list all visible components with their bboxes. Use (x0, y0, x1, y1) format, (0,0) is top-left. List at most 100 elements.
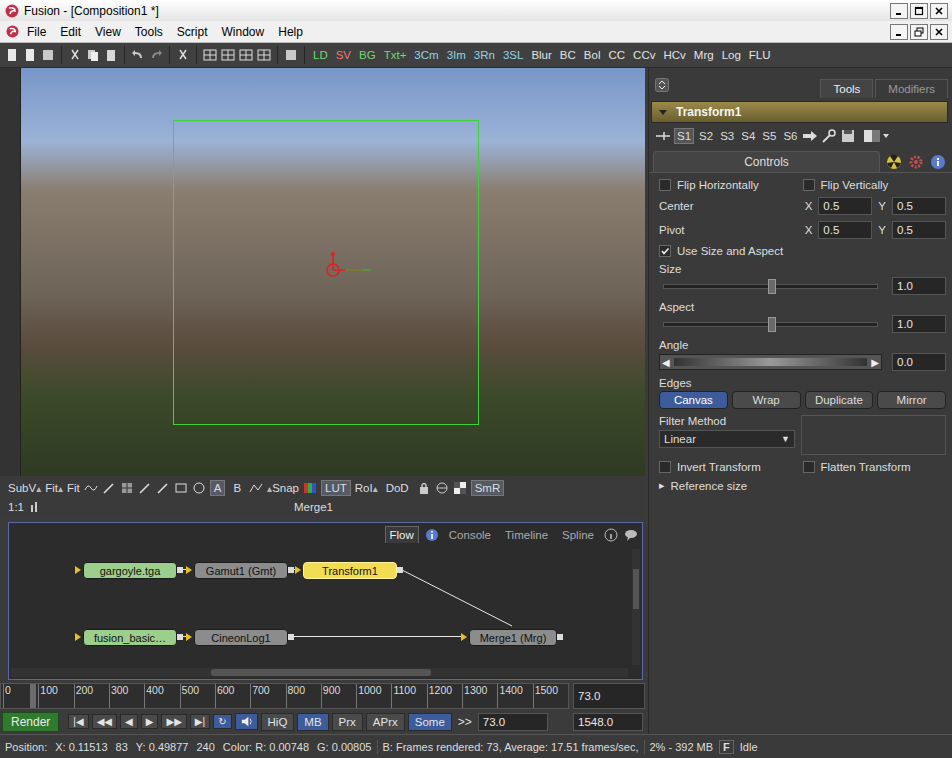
flow-tab[interactable]: Timeline (501, 527, 552, 543)
time-ruler[interactable]: 0100200300400500600700800900100011001200… (0, 683, 569, 709)
more-button[interactable]: >> (455, 715, 475, 729)
x-field[interactable]: 0.5 (818, 221, 872, 239)
node-input[interactable] (461, 633, 467, 641)
tool-button[interactable]: FLU (746, 47, 774, 63)
version-slot[interactable]: S1 (674, 128, 694, 144)
doc-minimize-button[interactable] (890, 24, 908, 40)
playback-option[interactable]: Some (408, 713, 452, 731)
flow-node[interactable]: CineonLog1 (194, 629, 288, 646)
slider-track[interactable] (663, 284, 878, 289)
panel-toggle-icon[interactable] (655, 78, 669, 92)
pen-icon[interactable] (102, 481, 116, 495)
tool-button[interactable]: BG (356, 47, 379, 63)
lay-icon[interactable] (202, 47, 218, 63)
value-field[interactable]: 1.0 (892, 315, 946, 333)
doc-icon[interactable] (22, 47, 38, 63)
slider-track[interactable] (663, 322, 878, 327)
tool-button[interactable]: HCv (660, 47, 688, 63)
flow-panel[interactable]: FlowConsoleTimelineSplinegargoyle.tgaGam… (8, 522, 643, 680)
playback-option[interactable]: Prx (332, 713, 363, 731)
checkbox-item[interactable]: Flip Vertically (803, 179, 947, 191)
filter-dropdown[interactable]: Linear▼ (659, 430, 795, 448)
loop-button[interactable]: ↻ (213, 714, 231, 729)
checkbox-item[interactable]: Use Size and Aspect (659, 245, 946, 257)
version-slot[interactable]: S5 (760, 129, 778, 143)
viewer-menu-button[interactable]: Fit (67, 482, 80, 494)
tool-button[interactable]: 3SL (500, 47, 526, 63)
y-field[interactable]: 0.5 (892, 221, 946, 239)
node-output[interactable] (288, 634, 294, 640)
value-field[interactable]: 0.0 (892, 353, 946, 371)
tool-button[interactable]: Blur (528, 47, 554, 63)
info-icon[interactable] (930, 154, 946, 170)
render-button[interactable]: Render (2, 712, 59, 732)
tool-button[interactable]: Txt+ (381, 47, 410, 63)
current-frame-field[interactable]: 73.0 (478, 713, 548, 731)
slider-thumb[interactable] (768, 279, 776, 294)
doc-icon[interactable] (4, 47, 20, 63)
viewer-menu-button[interactable]: Fit▴ (45, 482, 63, 494)
flow-node[interactable]: gargoyle.tga (83, 562, 177, 579)
transport-button[interactable]: ▶ (141, 714, 159, 729)
end-frame-field[interactable]: 1548.0 (573, 713, 643, 731)
polyline-icon[interactable] (249, 481, 263, 495)
roi-button[interactable]: RoI▴ (355, 482, 378, 494)
lay-icon[interactable] (256, 47, 272, 63)
playhead[interactable] (30, 684, 36, 708)
flow-node[interactable]: Gamut1 (Gmt) (194, 562, 288, 579)
save-icon[interactable] (840, 129, 856, 143)
disk-icon[interactable] (283, 47, 299, 63)
tool-header[interactable]: Transform1 (651, 101, 948, 123)
lock-icon[interactable] (417, 481, 431, 495)
angle-wheel[interactable]: ◀▶ (659, 354, 882, 370)
node-output[interactable] (177, 634, 183, 640)
cut-icon[interactable] (175, 47, 191, 63)
doc-close-button[interactable] (930, 24, 948, 40)
copy-icon[interactable] (85, 47, 101, 63)
flow-node[interactable]: fusion_basic… (83, 629, 177, 646)
radioactive-icon[interactable] (886, 154, 902, 170)
checkbox-item[interactable]: Flatten Transform (803, 461, 947, 473)
tool-button[interactable]: Bol (581, 47, 604, 63)
menu-item[interactable]: File (21, 24, 52, 40)
gamma-icon[interactable] (435, 481, 449, 495)
node-input[interactable] (295, 566, 301, 574)
gear-icon[interactable] (908, 154, 924, 170)
cut-icon[interactable] (67, 47, 83, 63)
doc-restore-button[interactable] (910, 24, 928, 40)
redo-icon[interactable] (148, 47, 164, 63)
node-input[interactable] (75, 633, 81, 641)
pick-icon[interactable] (821, 129, 837, 143)
node-output[interactable] (557, 634, 563, 640)
transport-button[interactable]: ◀◀ (92, 714, 117, 729)
checkbox[interactable] (659, 179, 671, 191)
paste-icon[interactable] (103, 47, 119, 63)
comment-icon[interactable] (624, 528, 638, 542)
panel-tab[interactable]: Tools (820, 79, 873, 98)
transport-button[interactable]: ▶| (190, 714, 210, 729)
transport-button[interactable]: |◀ (68, 714, 88, 729)
checkbox[interactable] (803, 461, 815, 473)
lay-icon[interactable] (220, 47, 236, 63)
flow-tab[interactable]: Spline (558, 527, 598, 543)
zoom-level[interactable]: 1:1 (8, 501, 24, 513)
pin-icon[interactable] (655, 129, 671, 143)
transport-button[interactable]: ▶▶ (161, 714, 186, 729)
lay-icon[interactable] (238, 47, 254, 63)
color-swatch-icon[interactable] (863, 129, 889, 143)
buffer-button[interactable]: A (210, 480, 226, 496)
menu-item[interactable]: Edit (54, 24, 87, 40)
controls-tab[interactable]: Controls (653, 151, 880, 172)
panel-tab[interactable]: Modifiers (875, 79, 948, 98)
version-slot[interactable]: S3 (718, 129, 736, 143)
transform-bounding-box[interactable] (173, 120, 479, 425)
dod-button[interactable]: DoD (382, 480, 413, 496)
color-channels-icon[interactable] (303, 481, 317, 495)
flow-tab[interactable]: Console (445, 527, 495, 543)
pen-icon[interactable] (156, 481, 170, 495)
version-slot[interactable]: S4 (739, 129, 757, 143)
undo-icon[interactable] (130, 47, 146, 63)
playback-option[interactable]: HiQ (261, 713, 295, 731)
edges-option[interactable]: Mirror (877, 391, 946, 409)
info-icon[interactable] (604, 528, 618, 542)
